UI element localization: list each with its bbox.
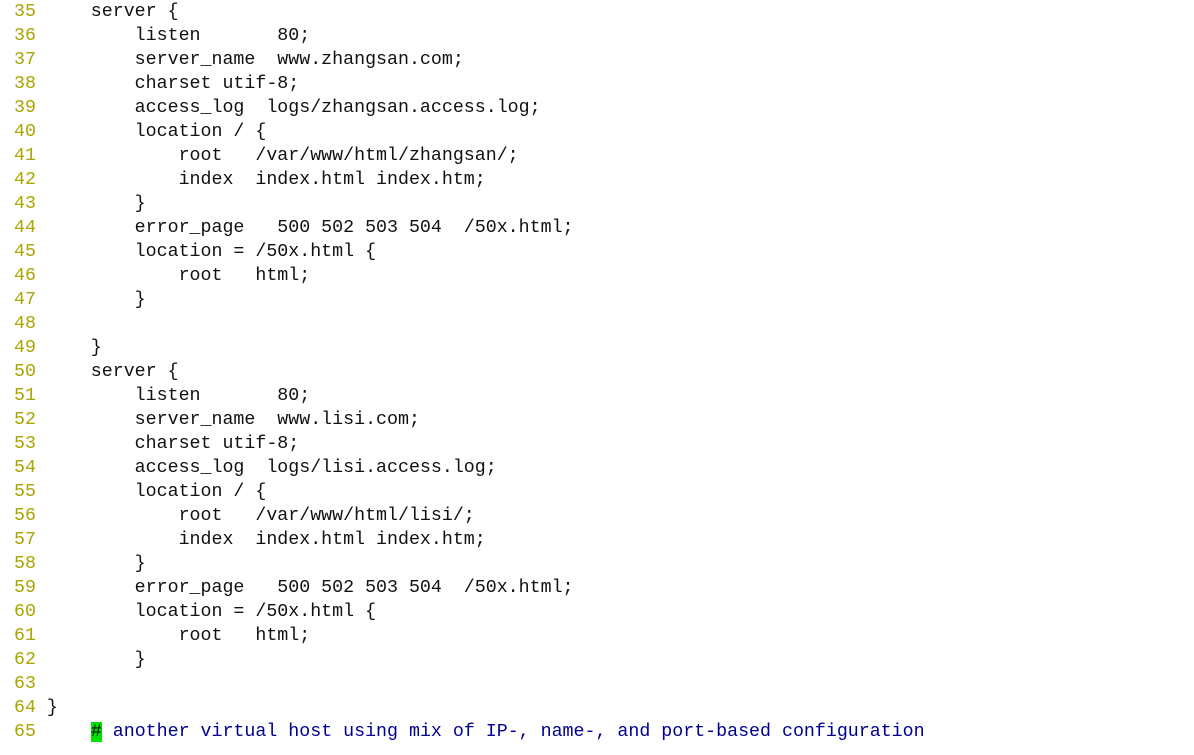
code-text: } xyxy=(46,650,146,670)
line-number: 61 xyxy=(13,626,36,646)
code-line-43[interactable]: 43 } xyxy=(3,192,925,216)
code-line-35[interactable]: 35 server { xyxy=(3,0,925,24)
line-number: 49 xyxy=(13,338,36,358)
code-text: root html; xyxy=(46,266,311,286)
vim-editor[interactable]: 35 server { 36 listen 80; 37 server_name… xyxy=(3,0,925,744)
code-line-40[interactable]: 40 location / { xyxy=(3,120,925,144)
line-number: 36 xyxy=(13,26,36,46)
line-number: 48 xyxy=(13,314,36,334)
line-number: 63 xyxy=(13,674,36,694)
line-number: 65 xyxy=(3,722,47,742)
code-line-46[interactable]: 46 root html; xyxy=(3,264,925,288)
line-number: 38 xyxy=(13,74,36,94)
code-text: location / { xyxy=(46,122,267,142)
code-text: } xyxy=(46,290,146,310)
comment-text: another virtual host using mix of IP-, n… xyxy=(101,722,925,742)
code-line-47[interactable]: 47 } xyxy=(3,288,925,312)
code-line-41[interactable]: 41 root /var/www/html/zhangsan/; xyxy=(3,144,925,168)
code-text: root /var/www/html/lisi/; xyxy=(46,506,475,526)
code-line-42[interactable]: 42 index index.html index.htm; xyxy=(3,168,925,192)
line-number: 52 xyxy=(13,410,36,430)
code-line-61[interactable]: 61 root html; xyxy=(3,624,925,648)
code-text: listen 80; xyxy=(46,386,311,406)
code-line-54[interactable]: 54 access_log logs/lisi.access.log; xyxy=(3,456,925,480)
text-cursor: # xyxy=(90,722,102,742)
code-line-52[interactable]: 52 server_name www.lisi.com; xyxy=(3,408,925,432)
code-text: listen 80; xyxy=(46,26,311,46)
code-text: server { xyxy=(46,362,179,382)
code-line-49[interactable]: 49 } xyxy=(3,336,925,360)
line-number: 57 xyxy=(13,530,36,550)
line-number-value: 65 xyxy=(13,722,36,742)
code-text: access_log logs/zhangsan.access.log; xyxy=(46,98,541,118)
code-text: server_name www.lisi.com; xyxy=(46,410,420,430)
code-text: server { xyxy=(46,2,179,22)
line-number: 40 xyxy=(13,122,36,142)
line-number: 51 xyxy=(13,386,36,406)
code-line-64[interactable]: 64 } xyxy=(3,696,925,720)
line-number: 56 xyxy=(13,506,36,526)
code-line-37[interactable]: 37 server_name www.zhangsan.com; xyxy=(3,48,925,72)
code-line-62[interactable]: 62 } xyxy=(3,648,925,672)
line-number: 59 xyxy=(13,578,36,598)
code-text: access_log logs/lisi.access.log; xyxy=(46,458,497,478)
line-number: 62 xyxy=(13,650,36,670)
code-text: root /var/www/html/zhangsan/; xyxy=(46,146,519,166)
code-text: } xyxy=(46,194,146,214)
code-text: index index.html index.htm; xyxy=(46,170,486,190)
line-number: 47 xyxy=(13,290,36,310)
code-text: location = /50x.html { xyxy=(46,242,377,262)
code-lines: 35 server { 36 listen 80; 37 server_name… xyxy=(3,0,925,720)
line-number: 37 xyxy=(13,50,36,70)
code-line-60[interactable]: 60 location = /50x.html { xyxy=(3,600,925,624)
code-text: error_page 500 502 503 504 /50x.html; xyxy=(46,578,574,598)
code-text: charset utif-8; xyxy=(46,74,300,94)
line-number: 53 xyxy=(13,434,36,454)
code-line-48[interactable]: 48 xyxy=(3,312,925,336)
line-number: 39 xyxy=(13,98,36,118)
code-line-65[interactable]: 65 # another virtual host using mix of I… xyxy=(3,720,925,744)
code-text: } xyxy=(46,554,146,574)
line-number: 58 xyxy=(13,554,36,574)
line-number: 55 xyxy=(13,482,36,502)
code-text: charset utif-8; xyxy=(46,434,300,454)
line-number: 43 xyxy=(13,194,36,214)
code-line-45[interactable]: 45 location = /50x.html { xyxy=(3,240,925,264)
code-line-63[interactable]: 63 xyxy=(3,672,925,696)
code-text: location / { xyxy=(46,482,267,502)
code-line-39[interactable]: 39 access_log logs/zhangsan.access.log; xyxy=(3,96,925,120)
line-number: 45 xyxy=(13,242,36,262)
code-line-51[interactable]: 51 listen 80; xyxy=(3,384,925,408)
code-text: error_page 500 502 503 504 /50x.html; xyxy=(46,218,574,238)
code-text: root html; xyxy=(46,626,311,646)
line-number: 60 xyxy=(13,602,36,622)
code-line-50[interactable]: 50 server { xyxy=(3,360,925,384)
code-line-38[interactable]: 38 charset utif-8; xyxy=(3,72,925,96)
line-number: 44 xyxy=(13,218,36,238)
line-number: 35 xyxy=(13,2,36,22)
code-line-55[interactable]: 55 location / { xyxy=(3,480,925,504)
line-number: 54 xyxy=(13,458,36,478)
code-text: } xyxy=(46,698,58,718)
code-text: index index.html index.htm; xyxy=(46,530,486,550)
code-line-53[interactable]: 53 charset utif-8; xyxy=(3,432,925,456)
line-number: 50 xyxy=(13,362,36,382)
code-line-44[interactable]: 44 error_page 500 502 503 504 /50x.html; xyxy=(3,216,925,240)
code-text: location = /50x.html { xyxy=(46,602,377,622)
code-text: } xyxy=(46,338,102,358)
line-number: 46 xyxy=(13,266,36,286)
code-line-57[interactable]: 57 index index.html index.htm; xyxy=(3,528,925,552)
line-number: 42 xyxy=(13,170,36,190)
code-text: server_name www.zhangsan.com; xyxy=(46,50,464,70)
code-line-59[interactable]: 59 error_page 500 502 503 504 /50x.html; xyxy=(3,576,925,600)
line-number: 64 xyxy=(13,698,36,718)
code-line-36[interactable]: 36 listen 80; xyxy=(3,24,925,48)
line-number: 41 xyxy=(13,146,36,166)
code-line-56[interactable]: 56 root /var/www/html/lisi/; xyxy=(3,504,925,528)
code-line-58[interactable]: 58 } xyxy=(3,552,925,576)
